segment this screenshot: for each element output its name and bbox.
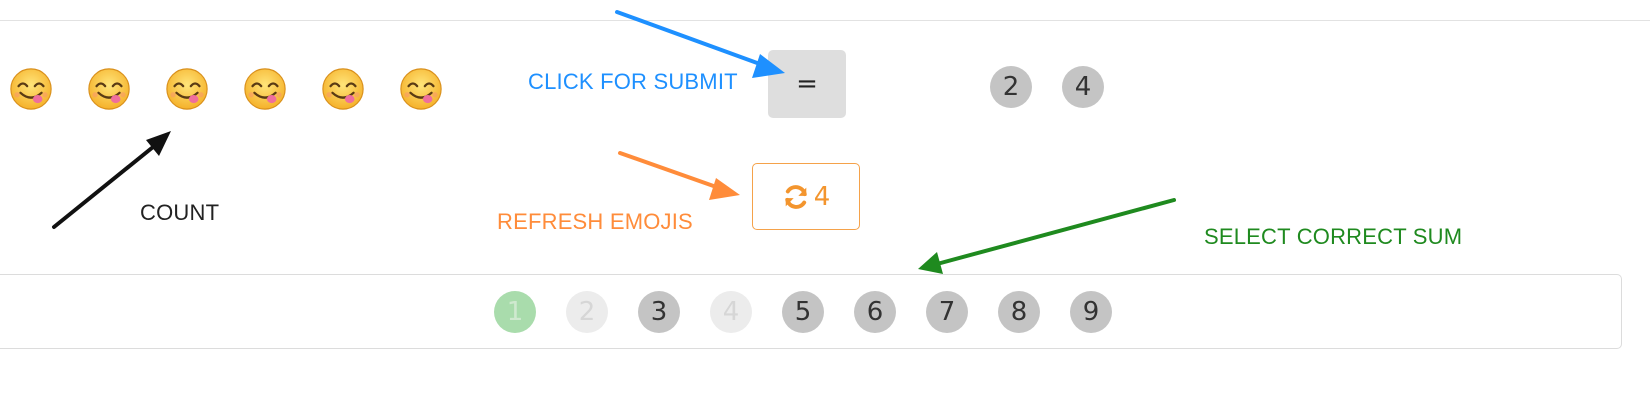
annotation-refresh-emojis: REFRESH EMOJIS [497, 209, 693, 234]
answer-option-5[interactable]: 5 [782, 291, 824, 333]
answer-option-8[interactable]: 8 [998, 291, 1040, 333]
answer-option-6[interactable]: 6 [854, 291, 896, 333]
face-savoring-food-icon [8, 66, 54, 116]
green-arrow [918, 198, 1176, 274]
selected-numbers: 24 [990, 66, 1104, 108]
answer-option-1: 1 [494, 291, 536, 333]
answer-option-9[interactable]: 9 [1070, 291, 1112, 333]
face-savoring-food-icon [242, 66, 288, 116]
annotation-select-correct-sum: SELECT CORRECT SUM [1204, 224, 1463, 249]
top-divider [0, 20, 1650, 21]
orange-arrow [618, 151, 740, 200]
selected-number[interactable]: 4 [1062, 66, 1104, 108]
face-savoring-food-icon [320, 66, 366, 116]
submit-button[interactable]: = [768, 50, 846, 118]
selected-number[interactable]: 2 [990, 66, 1032, 108]
answer-option-2: 2 [566, 291, 608, 333]
answer-options: 123456789 [494, 291, 1112, 333]
refresh-count: 4 [813, 181, 831, 212]
emoji-row [8, 66, 444, 116]
annotation-click-for-submit: CLICK FOR SUBMIT [528, 69, 738, 94]
face-savoring-food-icon [86, 66, 132, 116]
annotation-count: COUNT [140, 200, 220, 225]
face-savoring-food-icon [398, 66, 444, 116]
face-savoring-food-icon [164, 66, 210, 116]
answer-option-7[interactable]: 7 [926, 291, 968, 333]
refresh-icon [784, 184, 807, 209]
refresh-emojis-button[interactable]: 4 [752, 163, 860, 230]
answer-option-4: 4 [710, 291, 752, 333]
answer-option-3[interactable]: 3 [638, 291, 680, 333]
